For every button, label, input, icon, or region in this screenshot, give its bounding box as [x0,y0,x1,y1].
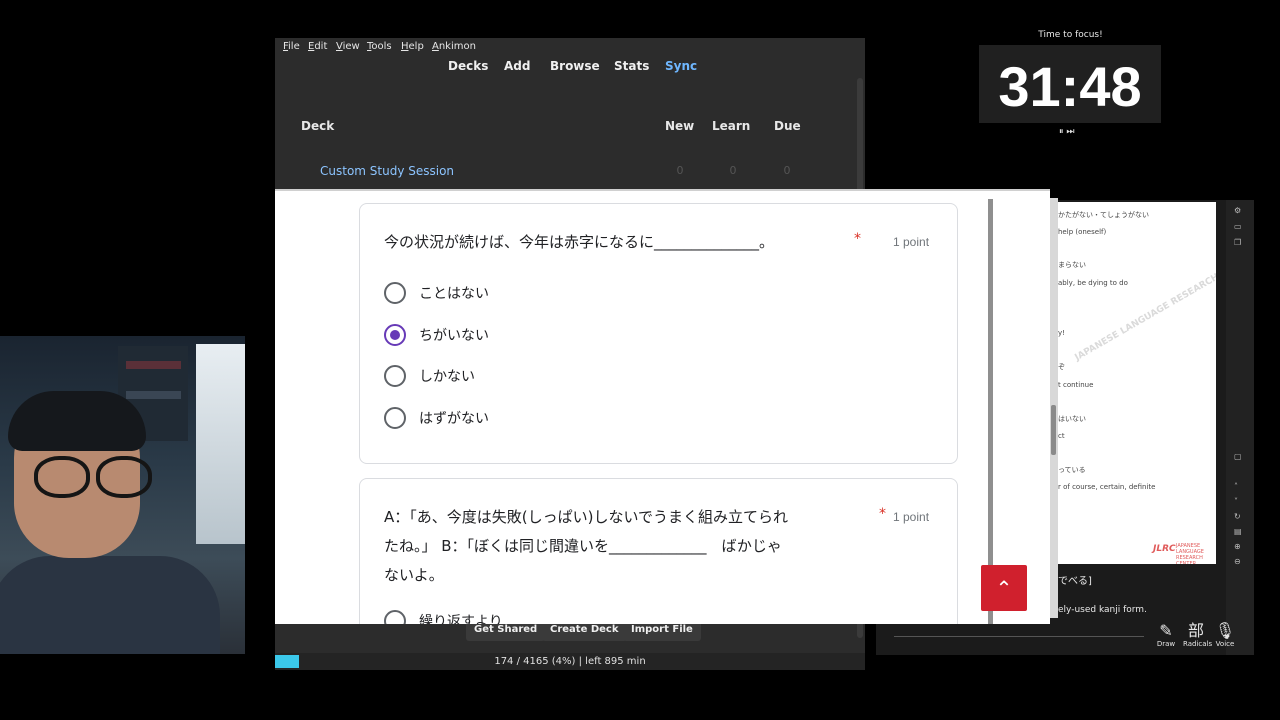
grammar-line: ぞ [1058,363,1065,371]
settings-icon[interactable]: ⚙ [1234,206,1241,215]
question-line: たね。」 B：「ぼくは同じ間違いを_____________ ばかじゃ [384,537,782,555]
menu-edit[interactable]: Edit [308,41,327,52]
grammar-line: ct [1058,432,1065,440]
copy-icon[interactable]: ❐ [1234,238,1241,247]
deck-row[interactable]: Custom Study Session [320,164,454,178]
rotate-icon[interactable]: ↻ [1234,512,1241,521]
radio-button[interactable] [384,610,406,624]
required-asterisk: * [879,506,886,522]
deck-learn-count: 0 [729,164,737,177]
voice-tool[interactable]: 🎙 Voice [1212,621,1238,649]
webcam-feed [0,336,245,654]
tab-browse[interactable]: Browse [550,59,600,73]
grammar-page: かたがない・てしょうがない help (oneself) まらない ably, … [1058,202,1216,564]
bookmark-icon[interactable]: ▭ [1234,222,1242,231]
document-icon[interactable]: ▤ [1234,527,1242,536]
grammar-line: っている [1058,466,1086,474]
grammar-line: かたがない・てしょうがない [1058,211,1149,219]
focus-label: Time to focus! [1038,30,1103,40]
person-body [0,556,220,654]
background-window [196,344,245,544]
timer-controls[interactable]: ⏸ ⏭ [1059,127,1074,137]
quiz-form: 今の状況が続けば、今年は赤字になるに______________。 * 1 po… [275,189,1050,624]
grammar-line: まらない [1058,261,1086,269]
deck-new-count: 0 [676,164,684,177]
dictionary-toolbar: ⚙ ▭ ❐ ▢ ˄ ˅ ↻ ▤ ⊕ ⊖ [1226,200,1254,655]
radio-button-selected[interactable] [384,324,406,346]
menu-file[interactable]: File [283,41,300,52]
tab-decks[interactable]: Decks [448,59,488,73]
jlrc-logo: JLRC [1153,544,1176,554]
grammar-line: y! [1058,329,1065,337]
question-card: A：「あ、今度は失敗(しっぱい)しないでうまく組み立てられ たね。」 B：「ぼく… [359,478,958,624]
points-label: 1 point [893,510,930,524]
glasses [24,456,152,498]
tab-sync[interactable]: Sync [665,59,697,73]
grammar-line: ably, be dying to do [1058,279,1128,287]
form-divider [988,199,993,624]
grammar-line: t continue [1058,381,1094,389]
required-asterisk: * [854,231,861,247]
status-bar: 174 / 4165 (4%) | left 895 min [275,653,865,670]
radio-button[interactable] [384,282,406,304]
radio-button[interactable] [384,365,406,387]
menu-help[interactable]: Help [401,41,424,52]
column-due: Due [774,119,801,133]
deck-name[interactable]: Custom Study Session [320,164,454,178]
menu-tools[interactable]: Tools [367,41,392,52]
tab-stats[interactable]: Stats [614,59,649,73]
option-label: ことはない [419,286,489,302]
person-hair [8,391,146,451]
menu-view[interactable]: View [336,41,360,52]
reading-text: でべる] [1058,576,1092,587]
question-line: A：「あ、今度は失敗(しっぱい)しないでうまく組み立てられ [384,508,789,526]
chevron-up-icon[interactable]: ˄ [1234,482,1238,491]
radio-button[interactable] [384,407,406,429]
grammar-line: help (oneself) [1058,228,1107,236]
question-text: A：「あ、今度は失敗(しっぱい)しないでうまく組み立てられ たね。」 B：「ぼく… [384,503,788,590]
draw-tool[interactable]: ✎ Draw [1153,621,1179,649]
draw-icon: ✎ [1159,621,1173,640]
grammar-line: r of course, certain, definite [1058,483,1156,491]
focus-timer: 31:48 [979,45,1161,123]
option-label: しかない [419,369,475,385]
option-label: はずがない [419,411,489,427]
points-label: 1 point [893,235,930,249]
divider [894,636,1144,637]
scroll-top-button[interactable]: ⌃ [981,565,1027,611]
microphone-icon: 🎙 [1214,621,1236,640]
column-learn: Learn [712,119,751,133]
jlrc-subtitle: JAPANESE LANGUAGE RESEARCH CENTER [1176,543,1204,564]
chevron-up-icon: ⌃ [995,576,1013,600]
watermark: JAPANESE LANGUAGE RESEARCH CENTER [1073,251,1216,364]
radicals-tool[interactable]: 部 Radicals [1183,621,1213,649]
column-deck: Deck [301,119,335,133]
timer-value: 31:48 [998,55,1142,118]
status-text: 174 / 4165 (4%) | left 895 min [494,656,646,667]
form-scrollbar-thumb[interactable] [1051,405,1056,455]
question-text: 今の状況が続けば、今年は赤字になるに______________。 [384,233,775,251]
zoom-in-icon[interactable]: ⊕ [1234,542,1241,551]
draw-label: Draw [1156,640,1176,648]
option-label: 繰り返すより [419,614,503,624]
menu-bar: File Edit View Tools Help Ankimon [275,38,865,56]
question-line: ないよ。 [384,566,444,584]
page-number-icon[interactable]: ▢ [1234,452,1242,461]
tab-add[interactable]: Add [504,59,530,73]
question-card: 今の状況が続けば、今年は赤字になるに______________。 * 1 po… [359,203,958,464]
definition-text: ely-used kanji form. [1058,605,1147,615]
zoom-out-icon[interactable]: ⊖ [1234,557,1241,566]
chevron-down-icon[interactable]: ˅ [1234,497,1238,506]
radicals-label: Radicals [1183,640,1213,648]
option-label: ちがいない [419,328,489,344]
menu-ankimon[interactable]: Ankimon [432,41,476,52]
grammar-line: はいない [1058,415,1086,423]
column-new: New [665,119,695,133]
deck-due-count: 0 [783,164,791,177]
radicals-icon: 部 [1187,621,1204,640]
voice-label: Voice [1215,640,1235,648]
